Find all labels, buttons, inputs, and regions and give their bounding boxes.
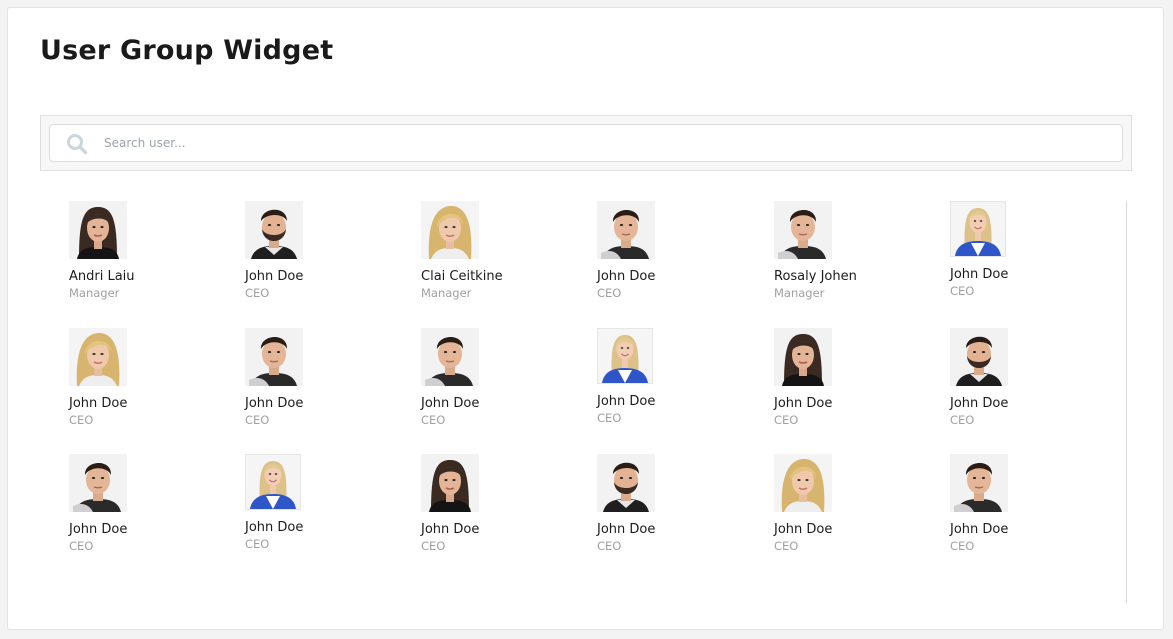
user-card[interactable]: John Doe CEO [774, 454, 944, 555]
user-name[interactable]: John Doe [950, 521, 1120, 538]
user-name[interactable]: John Doe [950, 266, 1120, 283]
avatar[interactable] [245, 328, 303, 386]
user-role: CEO [774, 539, 799, 553]
user-name[interactable]: John Doe [69, 521, 239, 538]
avatar[interactable] [421, 454, 479, 512]
avatar[interactable] [421, 201, 479, 259]
user-name[interactable]: John Doe [245, 268, 415, 285]
user-card[interactable]: John Doe CEO [950, 328, 1120, 429]
avatar[interactable] [597, 454, 655, 512]
avatar[interactable] [69, 454, 127, 512]
user-role: CEO [245, 537, 270, 551]
avatar[interactable] [597, 328, 653, 384]
user-role: CEO [774, 413, 799, 427]
user-card[interactable]: John Doe CEO [245, 201, 415, 302]
user-role: Manager [69, 286, 120, 300]
avatar[interactable] [597, 201, 655, 259]
user-card[interactable]: John Doe CEO [421, 328, 591, 429]
avatar[interactable] [950, 454, 1008, 512]
widget-title: User Group Widget [40, 35, 334, 66]
user-role: CEO [950, 539, 975, 553]
avatar[interactable] [69, 201, 127, 259]
user-card[interactable]: John Doe CEO [421, 454, 591, 555]
user-card[interactable]: John Doe CEO [597, 454, 767, 555]
user-name[interactable]: Rosaly Johen [774, 268, 944, 285]
user-role: CEO [245, 413, 270, 427]
user-role: Manager [421, 286, 472, 300]
user-card[interactable]: John Doe CEO [774, 328, 944, 429]
user-name[interactable]: Andri Laiu [69, 268, 239, 285]
user-role: CEO [950, 284, 975, 298]
user-role: CEO [69, 413, 94, 427]
user-name[interactable]: John Doe [421, 521, 591, 538]
avatar[interactable] [69, 328, 127, 386]
avatar[interactable] [245, 454, 301, 510]
user-role: CEO [597, 286, 622, 300]
user-name[interactable]: John Doe [597, 393, 767, 410]
user-card[interactable]: Andri Laiu Manager [69, 201, 239, 302]
avatar[interactable] [950, 201, 1006, 257]
user-role: CEO [245, 286, 270, 300]
user-role: CEO [597, 539, 622, 553]
scrollbar-track[interactable] [1126, 201, 1127, 603]
user-name[interactable]: John Doe [597, 268, 767, 285]
avatar[interactable] [421, 328, 479, 386]
search-input[interactable] [104, 125, 1104, 161]
user-card[interactable]: John Doe CEO [245, 328, 415, 429]
user-name[interactable]: John Doe [597, 521, 767, 538]
user-card[interactable]: Rosaly Johen Manager [774, 201, 944, 302]
user-name[interactable]: John Doe [421, 395, 591, 412]
user-role: CEO [69, 539, 94, 553]
user-name[interactable]: John Doe [774, 521, 944, 538]
user-name[interactable]: John Doe [950, 395, 1120, 412]
user-card[interactable]: John Doe CEO [69, 454, 239, 555]
search-bar [40, 115, 1132, 171]
avatar[interactable] [245, 201, 303, 259]
user-card[interactable]: Clai Ceitkine Manager [421, 201, 591, 302]
user-role: CEO [421, 413, 446, 427]
user-role: CEO [950, 413, 975, 427]
user-name[interactable]: John Doe [774, 395, 944, 412]
user-group-widget: User Group Widget Andri LaiuManager [7, 7, 1164, 630]
avatar[interactable] [774, 201, 832, 259]
user-name[interactable]: John Doe [245, 395, 415, 412]
avatar[interactable] [950, 328, 1008, 386]
user-name[interactable]: John Doe [245, 519, 415, 536]
search-icon[interactable] [66, 133, 88, 155]
user-name[interactable]: Clai Ceitkine [421, 268, 591, 285]
user-card[interactable]: John Doe CEO [950, 454, 1120, 555]
user-role: CEO [421, 539, 446, 553]
user-card[interactable]: John Doe CEO [597, 328, 767, 427]
search-box[interactable] [49, 124, 1123, 162]
avatar[interactable] [774, 328, 832, 386]
user-card[interactable]: John Doe CEO [245, 454, 415, 553]
user-card[interactable]: John Doe CEO [950, 201, 1120, 300]
user-card[interactable]: John Doe CEO [69, 328, 239, 429]
user-role: CEO [597, 411, 622, 425]
user-name[interactable]: John Doe [69, 395, 239, 412]
user-role: Manager [774, 286, 825, 300]
user-card[interactable]: John Doe CEO [597, 201, 767, 302]
avatar[interactable] [774, 454, 832, 512]
